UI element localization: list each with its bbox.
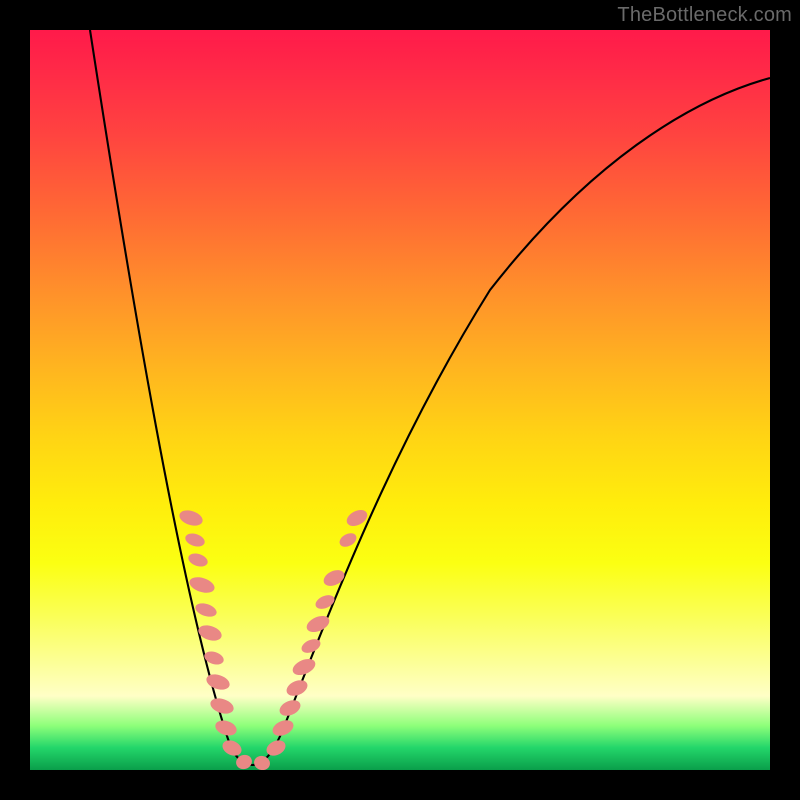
bead <box>337 530 359 549</box>
bead <box>213 718 238 738</box>
bead <box>187 551 210 569</box>
watermark-text: TheBottleneck.com <box>617 4 792 27</box>
bead <box>194 601 219 619</box>
bead <box>277 697 303 719</box>
bead <box>313 592 336 611</box>
bead <box>184 531 207 549</box>
bead <box>270 717 296 739</box>
beads-group <box>177 507 370 770</box>
bead <box>321 567 347 589</box>
bead <box>220 737 244 758</box>
bead <box>208 696 235 717</box>
bead <box>187 574 216 595</box>
curve-svg <box>30 30 770 770</box>
frame: TheBottleneck.com <box>0 0 800 800</box>
plot-area <box>30 30 770 770</box>
bead <box>177 508 204 529</box>
v-curve <box>90 30 770 765</box>
